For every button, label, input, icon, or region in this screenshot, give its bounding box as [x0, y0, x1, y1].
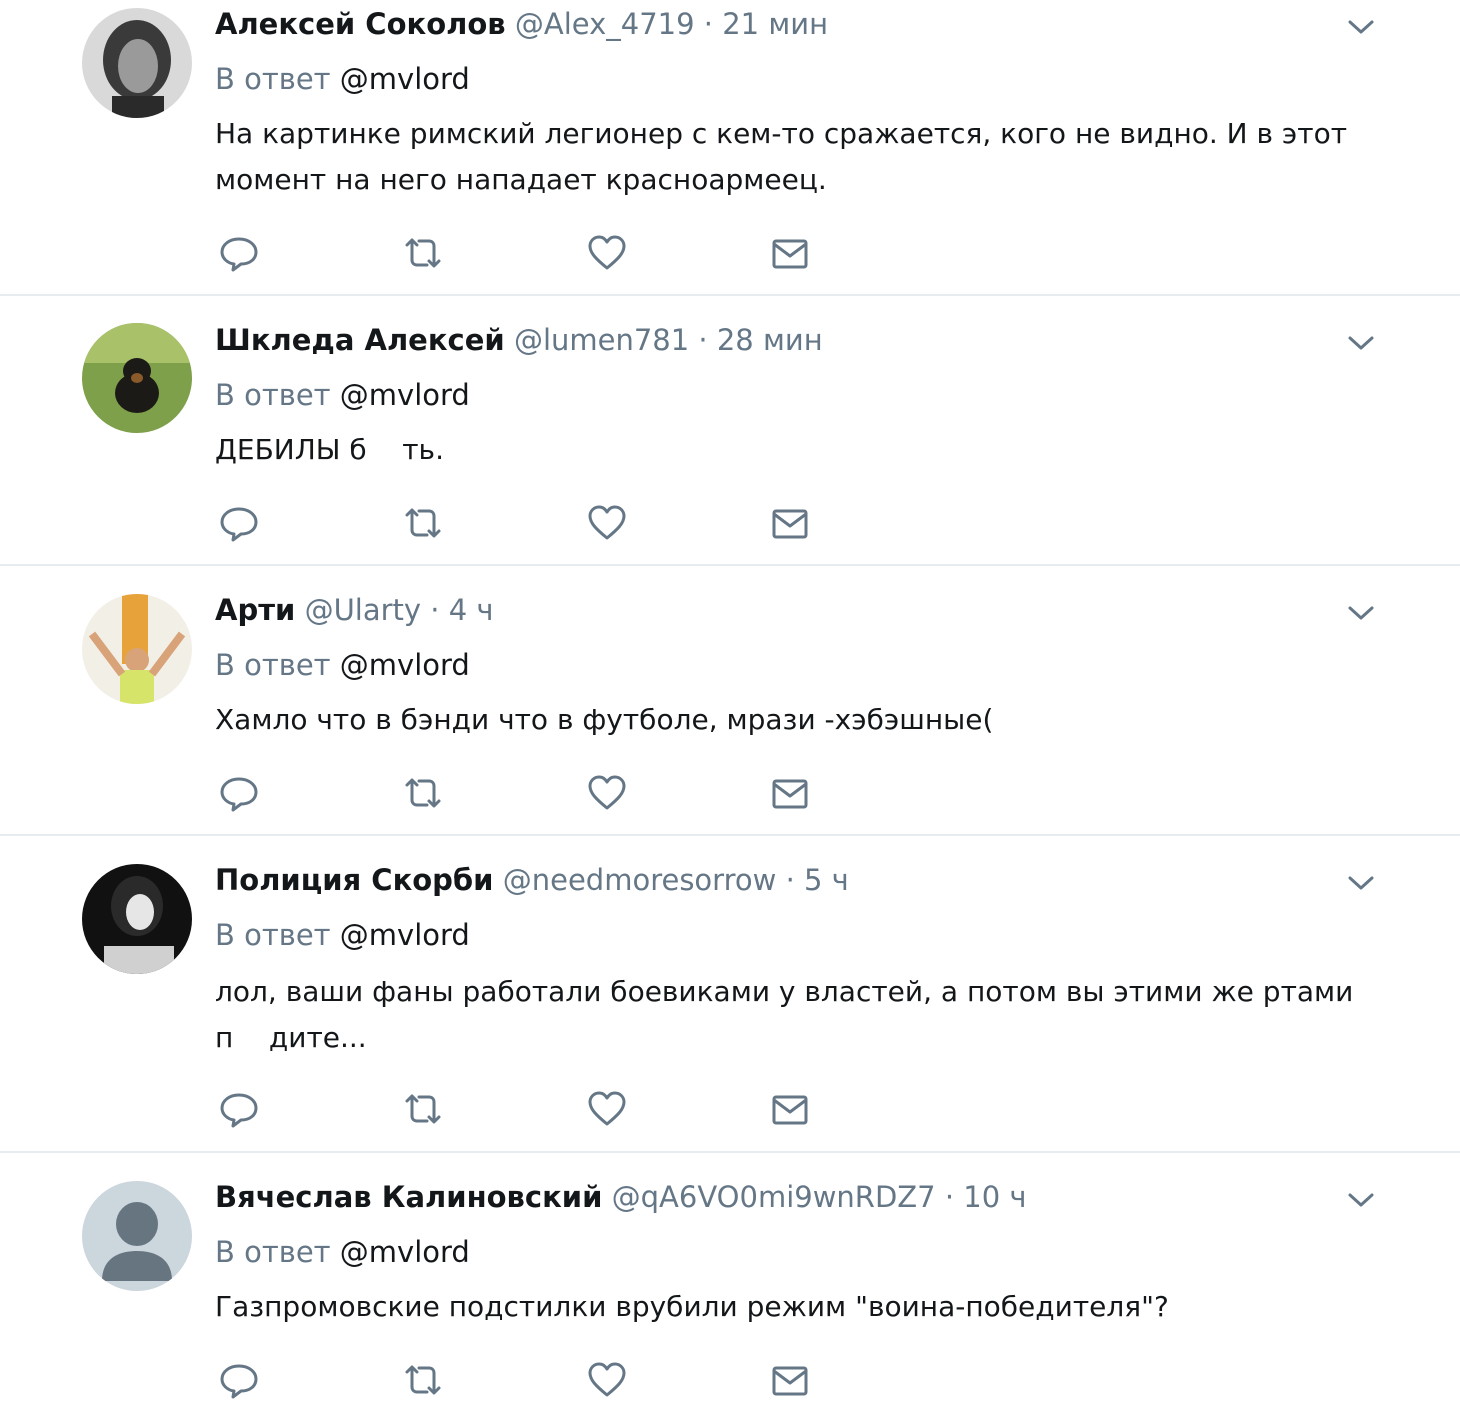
- reply-context: В ответ @mvlord: [215, 1232, 470, 1272]
- reply-context: В ответ @mvlord: [215, 59, 470, 99]
- reply-icon[interactable]: [218, 233, 260, 273]
- author-handle[interactable]: @Ularty: [305, 593, 422, 627]
- envelope-icon[interactable]: [769, 1360, 811, 1400]
- retweet-icon[interactable]: [402, 1089, 444, 1129]
- reply-mention[interactable]: @mvlord: [340, 1235, 470, 1269]
- avatar[interactable]: [82, 594, 192, 704]
- reply-label: В ответ: [215, 918, 331, 952]
- reply-icon[interactable]: [218, 503, 260, 543]
- author-name[interactable]: Вячеслав Калиновский: [215, 1180, 602, 1214]
- tweet[interactable]: Полиция Скорби @needmoresorrow · 5 ч В о…: [0, 836, 1460, 1151]
- tweet[interactable]: Алексей Соколов @Alex_4719 · 21 мин В от…: [0, 0, 1460, 295]
- separator: ·: [703, 7, 713, 41]
- reply-label: В ответ: [215, 648, 331, 682]
- envelope-icon[interactable]: [769, 1089, 811, 1129]
- reply-context: В ответ @mvlord: [215, 375, 470, 415]
- reply-label: В ответ: [215, 62, 331, 96]
- author-handle[interactable]: @needmoresorrow: [503, 863, 777, 897]
- author-name[interactable]: Полиция Скорби: [215, 863, 494, 897]
- author-handle[interactable]: @lumen781: [514, 323, 689, 357]
- envelope-icon[interactable]: [769, 773, 811, 813]
- tweet-text: Газпромовские подстилки врубили режим "в…: [215, 1290, 1169, 1323]
- tweet[interactable]: Вячеслав Калиновский @qA6VO0mi9wnRDZ7 · …: [0, 1153, 1460, 1412]
- heart-icon[interactable]: [586, 503, 628, 543]
- heart-icon[interactable]: [586, 233, 628, 273]
- chevron-down-icon[interactable]: [1344, 15, 1378, 39]
- reply-mention[interactable]: @mvlord: [340, 62, 470, 96]
- avatar[interactable]: [82, 8, 192, 118]
- tweet-text: ДЕБИЛЫ б ть.: [215, 433, 444, 466]
- author-name[interactable]: Шклeда Алексей: [215, 323, 505, 357]
- reply-mention[interactable]: @mvlord: [340, 918, 470, 952]
- tweet-text: Хамло что в бэнди что в футболе, мрази -…: [215, 703, 994, 736]
- chevron-down-icon[interactable]: [1344, 331, 1378, 355]
- chevron-down-icon[interactable]: [1344, 871, 1378, 895]
- author-handle[interactable]: @qA6VO0mi9wnRDZ7: [612, 1180, 936, 1214]
- tweet[interactable]: Шклeда Алексей @lumen781 · 28 мин В отве…: [0, 296, 1460, 564]
- tweet[interactable]: Арти @Ularty · 4 ч В ответ @mvlord Хамло…: [0, 566, 1460, 834]
- reply-label: В ответ: [215, 378, 331, 412]
- reply-mention[interactable]: @mvlord: [340, 378, 470, 412]
- timestamp[interactable]: 4 ч: [449, 593, 494, 627]
- author-name[interactable]: Арти: [215, 593, 295, 627]
- timestamp[interactable]: 5 ч: [804, 863, 849, 897]
- tweet-text: лол, ваши фаны работали боевиками у влас…: [215, 975, 1363, 1054]
- separator: ·: [430, 593, 440, 627]
- retweet-icon[interactable]: [402, 1360, 444, 1400]
- retweet-icon[interactable]: [402, 503, 444, 543]
- reply-label: В ответ: [215, 1235, 331, 1269]
- reply-context: В ответ @mvlord: [215, 915, 470, 955]
- author-name[interactable]: Алексей Соколов: [215, 7, 506, 41]
- heart-icon[interactable]: [586, 1089, 628, 1129]
- avatar[interactable]: [82, 323, 192, 433]
- avatar[interactable]: [82, 864, 192, 974]
- reply-icon[interactable]: [218, 773, 260, 813]
- envelope-icon[interactable]: [769, 233, 811, 273]
- chevron-down-icon[interactable]: [1344, 1188, 1378, 1212]
- separator: ·: [944, 1180, 955, 1214]
- heart-icon[interactable]: [586, 773, 628, 813]
- reply-icon[interactable]: [218, 1360, 260, 1400]
- author-handle[interactable]: @Alex_4719: [515, 7, 695, 41]
- avatar[interactable]: [82, 1181, 192, 1291]
- reply-icon[interactable]: [218, 1089, 260, 1129]
- reply-mention[interactable]: @mvlord: [340, 648, 470, 682]
- timestamp[interactable]: 28 мин: [717, 323, 823, 357]
- separator: ·: [698, 323, 708, 357]
- reply-context: В ответ @mvlord: [215, 645, 470, 685]
- chevron-down-icon[interactable]: [1344, 601, 1378, 625]
- heart-icon[interactable]: [586, 1360, 628, 1400]
- retweet-icon[interactable]: [402, 773, 444, 813]
- timestamp[interactable]: 10 ч: [963, 1180, 1026, 1214]
- envelope-icon[interactable]: [769, 503, 811, 543]
- tweet-text: На картинке римский легионер с кем-то ср…: [215, 117, 1348, 196]
- timestamp[interactable]: 21 мин: [722, 7, 828, 41]
- separator: ·: [785, 863, 795, 897]
- retweet-icon[interactable]: [402, 233, 444, 273]
